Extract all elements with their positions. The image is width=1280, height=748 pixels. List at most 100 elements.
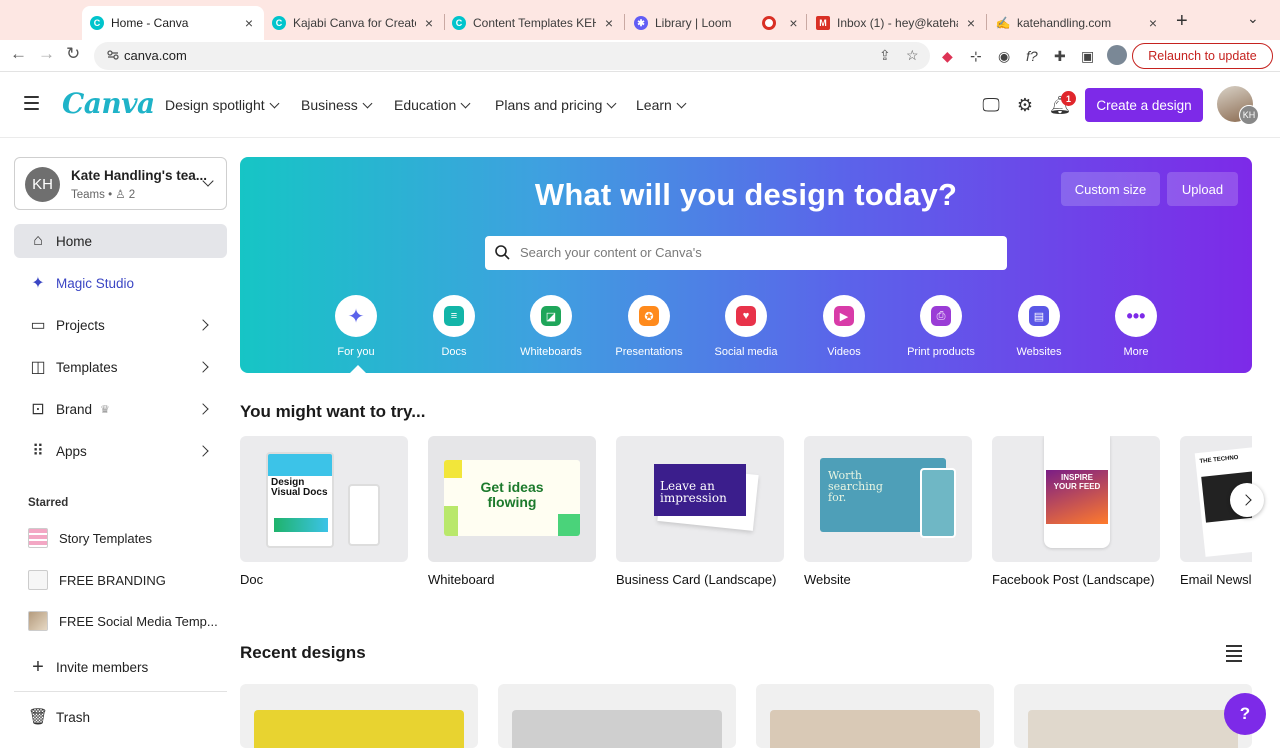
facebook-post-thumbnail: INSPIRE YOUR FEED [992, 436, 1160, 562]
close-icon[interactable]: × [1146, 15, 1160, 31]
sidepanel-icon[interactable]: ▣ [1081, 48, 1094, 65]
nav-business[interactable]: Business [301, 97, 373, 113]
close-icon[interactable]: × [602, 15, 616, 31]
nav-plans-pricing[interactable]: Plans and pricing [495, 97, 617, 113]
browser-tab[interactable]: C Kajabi Canva for Creators × [264, 6, 444, 40]
share-icon[interactable]: ⇪ [879, 47, 891, 64]
category-print-products[interactable]: ⎙ Print products [891, 295, 991, 358]
canva-logo[interactable]: Canva [62, 87, 155, 120]
browser-tab[interactable]: × [754, 6, 806, 40]
sidebar-item-trash[interactable]: 🗑︎ Trash [14, 700, 227, 734]
reload-icon[interactable]: ↻ [66, 44, 80, 64]
extension-grid-icon[interactable]: ⊹ [970, 48, 982, 65]
upload-button[interactable]: Upload [1167, 172, 1238, 206]
recent-design-card[interactable] [1014, 684, 1252, 748]
help-button[interactable]: ? [1224, 693, 1266, 735]
browser-tab[interactable]: M Inbox (1) - hey@katehandling × [808, 6, 986, 40]
category-label: Print products [907, 346, 975, 358]
sidebar-item-templates[interactable]: ◫ Templates [14, 350, 227, 384]
extension-color-icon[interactable]: ◆ [942, 48, 953, 65]
category-label: Videos [827, 346, 861, 358]
sidebar-item-label: Templates [56, 359, 118, 375]
category-videos[interactable]: ▶ Videos [794, 295, 894, 358]
presentation-icon: ✪ [639, 306, 659, 326]
suggestion-card-facebook-post[interactable]: INSPIRE YOUR FEED Facebook Post (Landsca… [992, 436, 1160, 587]
starred-item[interactable]: FREE BRANDING [14, 565, 227, 595]
doc-thumbnail: Design Visual Docs [240, 436, 408, 562]
recent-design-card[interactable] [498, 684, 736, 748]
starred-item[interactable]: Story Templates [14, 523, 227, 553]
close-icon[interactable]: × [964, 15, 978, 31]
category-for-you[interactable]: ✦ For you [306, 295, 406, 358]
more-icon: ••• [1126, 305, 1146, 326]
bookmark-star-icon[interactable]: ☆ [906, 47, 919, 64]
signature-icon: ✍ [995, 16, 1011, 30]
team-switcher[interactable]: KH Kate Handling's tea... Teams • ♙ 2 [14, 157, 227, 210]
extensions-puzzle-icon[interactable]: ✚ [1054, 48, 1066, 65]
tab-title: Content Templates KEH [473, 16, 596, 30]
browser-tab[interactable]: C Content Templates KEH × [444, 6, 624, 40]
category-presentations[interactable]: ✪ Presentations [599, 295, 699, 358]
category-more[interactable]: ••• More [1086, 295, 1186, 358]
nav-learn[interactable]: Learn [636, 97, 687, 113]
carousel-next-button[interactable] [1230, 483, 1264, 517]
custom-size-button[interactable]: Custom size [1061, 172, 1160, 206]
gear-icon[interactable]: ⚙ [1014, 94, 1036, 116]
desktop-app-icon[interactable]: 🖵 [980, 94, 1002, 116]
url-field[interactable]: canva.com ⇪ ☆ [94, 42, 930, 70]
tab-title: Inbox (1) - hey@katehandling [837, 16, 958, 30]
close-icon[interactable]: × [789, 15, 798, 31]
print-icon: ⎙ [931, 306, 951, 326]
team-meta: Teams • ♙ 2 [71, 189, 136, 201]
chevron-down-icon [269, 98, 280, 109]
recent-design-card[interactable] [756, 684, 994, 748]
search-input[interactable]: Search your content or Canva's [485, 236, 1007, 270]
browser-tab[interactable]: ✍ katehandling.com × [988, 6, 1168, 40]
starred-item[interactable]: FREE Social Media Temp... [14, 606, 227, 636]
nav-education[interactable]: Education [394, 97, 471, 113]
back-icon[interactable]: ← [10, 44, 27, 64]
browser-profile-avatar[interactable] [1107, 45, 1127, 65]
design-thumbnail [1028, 710, 1238, 748]
nav-label: Education [394, 97, 457, 113]
close-icon[interactable]: × [422, 15, 436, 31]
category-label: Whiteboards [520, 346, 582, 358]
chevron-right-icon [197, 361, 209, 373]
forward-icon[interactable]: → [38, 44, 55, 64]
relaunch-button[interactable]: Relaunch to update [1132, 43, 1273, 69]
invite-members-button[interactable]: + Invite members [14, 650, 227, 684]
tab-search-icon[interactable]: ⌄ [1247, 10, 1259, 27]
gmail-icon: M [816, 16, 830, 30]
sidebar-item-brand[interactable]: ⊡ Brand ♛ [14, 392, 227, 426]
recent-design-card[interactable] [240, 684, 478, 748]
whiteboard-thumbnail: Get ideas flowing [428, 436, 596, 562]
starred-heading: Starred [28, 497, 69, 509]
suggestion-card-whiteboard[interactable]: Get ideas flowing Whiteboard [428, 436, 596, 587]
sidebar-item-projects[interactable]: ▭ Projects [14, 308, 227, 342]
formula-icon[interactable]: f? [1026, 48, 1038, 64]
category-docs[interactable]: ≡ Docs [404, 295, 504, 358]
suggestion-card-doc[interactable]: Design Visual Docs Doc [240, 436, 408, 587]
docs-icon: ≡ [444, 306, 464, 326]
category-social-media[interactable]: ♥ Social media [696, 295, 796, 358]
sidebar-item-apps[interactable]: ⠿ Apps [14, 434, 227, 468]
browser-tab[interactable]: C Home - Canva × [82, 6, 264, 40]
create-design-button[interactable]: Create a design [1085, 88, 1203, 122]
sidebar-item-label: Brand [56, 401, 93, 417]
new-tab-icon[interactable]: + [1176, 10, 1188, 33]
camera-icon[interactable]: ◉ [998, 48, 1010, 65]
list-view-icon[interactable] [1226, 645, 1242, 665]
sidebar-item-magic-studio[interactable]: ✦ Magic Studio [14, 266, 227, 300]
site-info-icon[interactable] [106, 48, 120, 62]
category-whiteboards[interactable]: ◪ Whiteboards [501, 295, 601, 358]
close-icon[interactable]: × [242, 15, 256, 31]
design-thumbnail [28, 528, 48, 548]
suggestion-card-business-card[interactable]: Leave an impression Business Card (Lands… [616, 436, 784, 587]
nav-design-spotlight[interactable]: Design spotlight [165, 97, 280, 113]
suggestion-card-website[interactable]: Worth searching for. Website [804, 436, 972, 587]
search-placeholder: Search your content or Canva's [520, 245, 702, 260]
category-websites[interactable]: ▤ Websites [989, 295, 1089, 358]
menu-icon[interactable] [24, 96, 39, 114]
sidebar-item-home[interactable]: ⌂ Home [14, 224, 227, 258]
sidebar-item-label: Apps [56, 443, 87, 459]
